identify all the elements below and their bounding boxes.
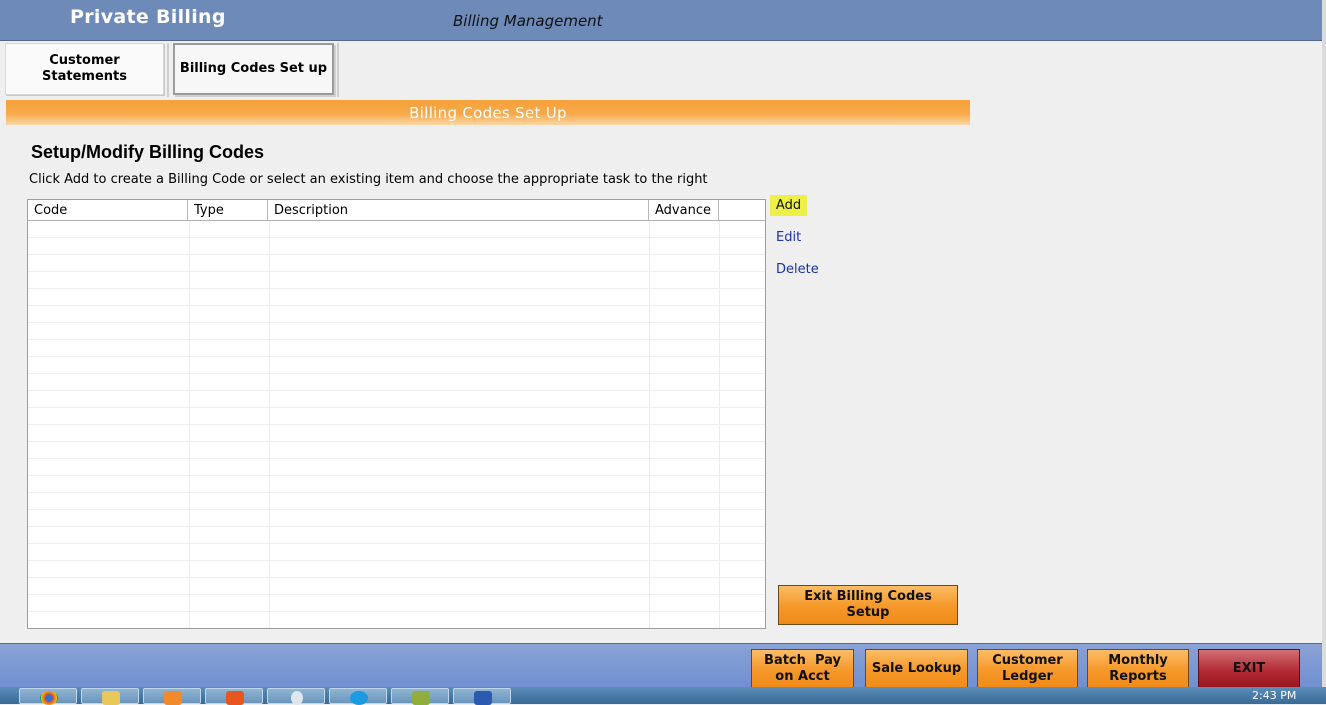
button-label-line1: Monthly <box>1108 653 1168 668</box>
instructions-text: Click Add to create a Billing Code or se… <box>29 172 708 187</box>
taskbar-media-player[interactable] <box>143 688 201 705</box>
taskbar-word[interactable] <box>453 688 511 705</box>
column-header-advance[interactable]: Advance <box>649 200 719 220</box>
taskbar-app-b[interactable] <box>205 688 263 705</box>
word-icon <box>474 691 492 705</box>
tab-label-line1: Customer <box>49 53 120 68</box>
tab-label-line2: Statements <box>42 69 127 84</box>
button-label: Sale Lookup <box>871 661 962 676</box>
button-label-line2: Reports <box>1109 669 1167 684</box>
taskbar-clock: 2:43 PM <box>1252 689 1297 702</box>
tab-customer-statements[interactable]: Customer Statements <box>5 43 164 95</box>
button-label-line1: Customer <box>992 653 1063 668</box>
button-label: EXIT <box>1232 661 1266 676</box>
column-header-code[interactable]: Code <box>28 200 188 220</box>
add-link[interactable]: Add <box>770 195 807 216</box>
button-label-line2: Setup <box>846 605 890 620</box>
taskbar-fen[interactable] <box>391 688 449 705</box>
batch-pay-on-acct-button[interactable]: Batch Pay on Acct <box>751 649 854 689</box>
sale-lookup-button[interactable]: Sale Lookup <box>865 649 968 689</box>
skype-icon <box>350 691 368 705</box>
column-header-type[interactable]: Type <box>188 200 268 220</box>
billing-codes-grid[interactable]: Code Type Description Advance <box>27 199 766 629</box>
taskbar-search[interactable] <box>267 688 325 705</box>
grid-column-line <box>719 221 720 628</box>
edit-link[interactable]: Edit <box>776 230 801 245</box>
button-label-line1: Exit Billing Codes <box>804 589 932 604</box>
exit-billing-codes-setup-button[interactable]: Exit Billing Codes Setup <box>778 585 958 625</box>
section-banner: Billing Codes Set Up <box>6 100 970 125</box>
monthly-reports-button[interactable]: Monthly Reports <box>1087 649 1189 689</box>
tab-billing-codes-setup[interactable]: Billing Codes Set up <box>173 43 334 95</box>
module-title: Billing Management <box>453 12 603 30</box>
taskbar-chrome[interactable] <box>19 688 77 705</box>
grid-body[interactable] <box>28 221 765 628</box>
taskbar-explorer[interactable] <box>81 688 139 705</box>
column-header-description[interactable]: Description <box>268 200 649 220</box>
delete-link[interactable]: Delete <box>776 262 819 277</box>
tab-divider <box>167 43 169 97</box>
search-icon <box>291 691 303 705</box>
explorer-icon <box>102 691 120 705</box>
grid-header: Code Type Description Advance <box>28 200 765 221</box>
app-b-icon <box>226 691 244 705</box>
taskbar-skype[interactable] <box>329 688 387 705</box>
button-label-line2: Ledger <box>1002 669 1053 684</box>
app-title: Private Billing <box>70 6 226 28</box>
tab-divider <box>337 43 339 97</box>
window-edge <box>1322 0 1326 704</box>
column-header-filler <box>719 200 765 220</box>
button-label-line1: Batch Pay <box>764 653 841 668</box>
fen-icon <box>412 691 430 705</box>
exit-button[interactable]: EXIT <box>1198 649 1300 689</box>
chrome-icon <box>40 691 58 705</box>
media-player-icon <box>164 691 182 705</box>
tab-label: Billing Codes Set up <box>179 61 328 76</box>
button-label-line2: on Acct <box>775 669 830 684</box>
page-heading: Setup/Modify Billing Codes <box>31 142 264 162</box>
grid-column-line <box>189 221 190 628</box>
grid-column-line <box>269 221 270 628</box>
customer-ledger-button[interactable]: Customer Ledger <box>977 649 1078 689</box>
grid-column-line <box>649 221 650 628</box>
